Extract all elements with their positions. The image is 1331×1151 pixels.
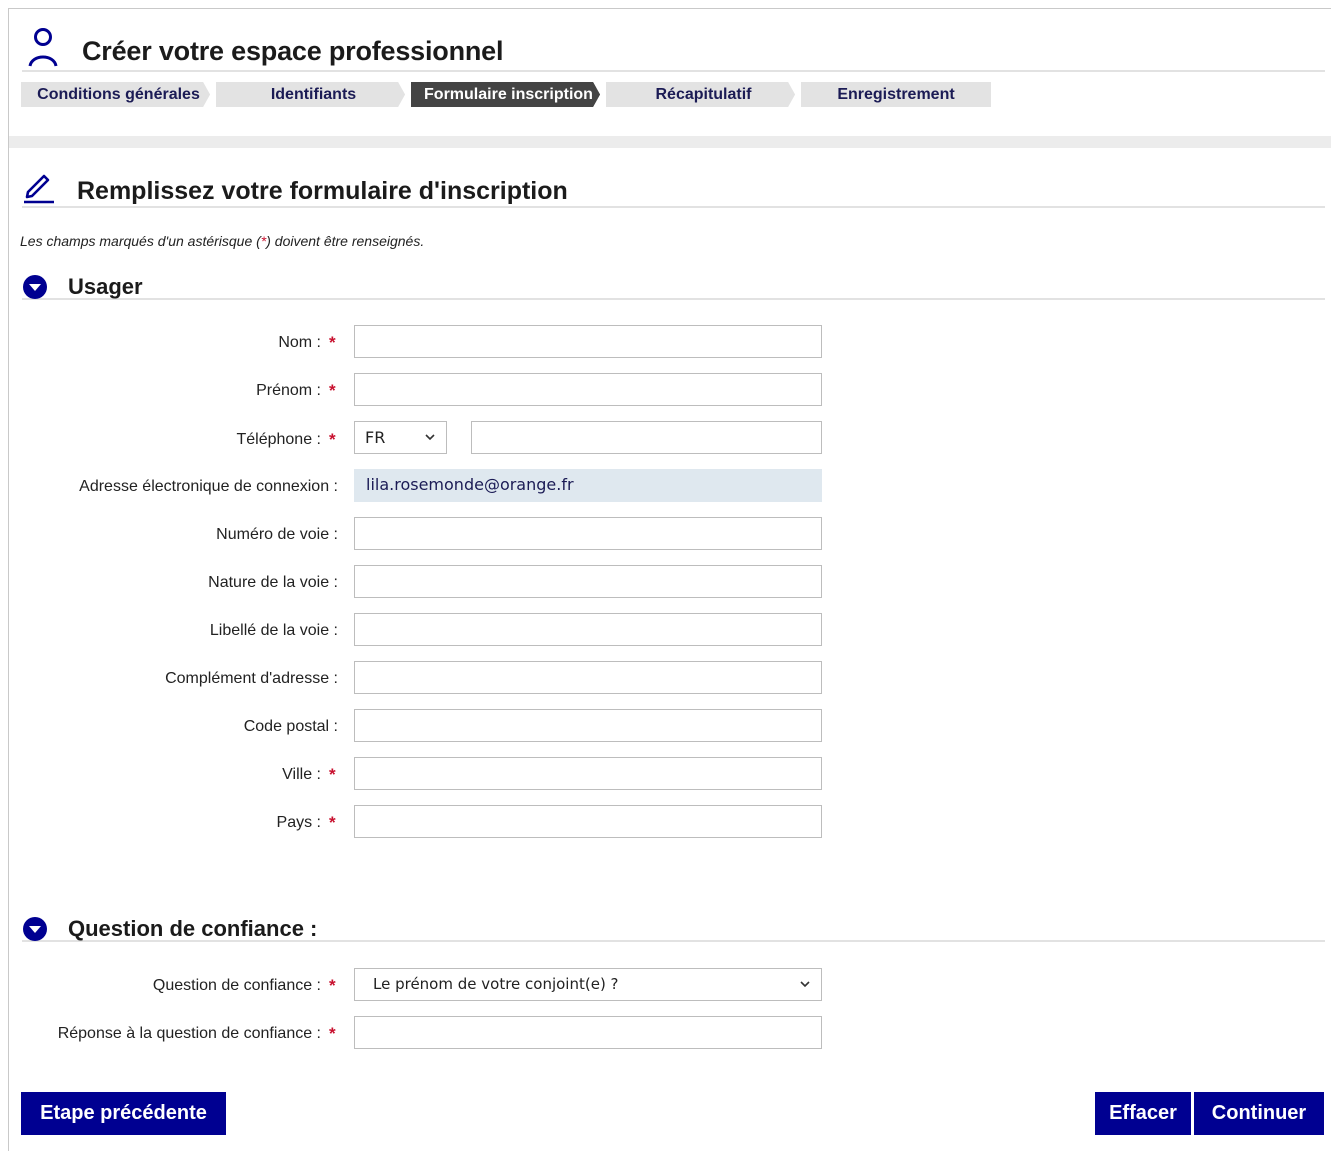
label-prenom: Prénom : bbox=[256, 382, 321, 399]
section-usager-header[interactable]: Usager bbox=[22, 272, 1325, 300]
section-confiance-title: Question de confiance : bbox=[68, 916, 318, 941]
page-header: Créer votre espace professionnel bbox=[22, 24, 1325, 72]
label-pays: Pays : bbox=[276, 814, 321, 831]
ville-input[interactable] bbox=[354, 757, 822, 790]
country-code-select[interactable]: FR bbox=[354, 421, 447, 454]
row-telephone: Téléphone : * FR bbox=[0, 421, 1331, 456]
row-libelle-voie: Libellé de la voie : bbox=[0, 613, 1331, 647]
code-postal-input[interactable] bbox=[354, 709, 822, 742]
step-chevron-icon bbox=[788, 82, 802, 107]
email-readonly-field: lila.rosemonde@orange.fr bbox=[354, 469, 822, 502]
note-text-start: Les champs marqués d'un astérisque ( bbox=[20, 233, 261, 249]
page-title: Créer votre espace professionnel bbox=[82, 36, 504, 66]
form-title-bar: Remplissez votre formulaire d'inscriptio… bbox=[22, 168, 1325, 208]
pays-input[interactable] bbox=[354, 805, 822, 838]
note-text-end: ) doivent être renseignés. bbox=[266, 233, 425, 249]
required-star: * bbox=[329, 765, 336, 784]
row-email: Adresse électronique de connexion : lila… bbox=[0, 469, 1331, 503]
section-confiance-header[interactable]: Question de confiance : bbox=[22, 914, 1325, 942]
question-select[interactable]: Le prénom de votre conjoint(e) ? bbox=[354, 968, 822, 1001]
step-enregistrement: Enregistrement bbox=[801, 82, 991, 107]
previous-step-button[interactable]: Etape précédente bbox=[21, 1092, 226, 1135]
complement-adresse-input[interactable] bbox=[354, 661, 822, 694]
collapse-down-icon[interactable] bbox=[22, 916, 48, 942]
question-select-value: Le prénom de votre conjoint(e) ? bbox=[373, 975, 619, 993]
country-code-value: FR bbox=[365, 428, 386, 447]
row-nature-voie: Nature de la voie : bbox=[0, 565, 1331, 599]
row-nom: Nom : * bbox=[0, 325, 1331, 359]
step-conditions: Conditions générales bbox=[21, 82, 217, 107]
chevron-down-icon bbox=[425, 434, 435, 441]
step-chevron-icon bbox=[398, 82, 412, 107]
collapse-down-icon[interactable] bbox=[22, 274, 48, 300]
label-code-postal: Code postal : bbox=[243, 718, 338, 735]
required-star: * bbox=[329, 813, 336, 832]
step-recapitulatif: Récapitulatif bbox=[606, 82, 802, 107]
label-ville: Ville : bbox=[282, 766, 321, 783]
label-numero-voie: Numéro de voie : bbox=[216, 526, 338, 543]
numero-voie-input[interactable] bbox=[354, 517, 822, 550]
required-star: * bbox=[329, 976, 336, 995]
step-label: Identifiants bbox=[270, 86, 357, 103]
nature-voie-input[interactable] bbox=[354, 565, 822, 598]
step-chevron-icon bbox=[203, 82, 217, 107]
required-star: * bbox=[329, 381, 336, 400]
progress-stepper: Conditions générales Identifiants Formul… bbox=[21, 82, 991, 107]
required-star: * bbox=[329, 1024, 336, 1043]
clear-button[interactable]: Effacer bbox=[1095, 1092, 1191, 1135]
libelle-voie-input[interactable] bbox=[354, 613, 822, 646]
step-formulaire-active: Formulaire inscription bbox=[411, 82, 607, 107]
prenom-input[interactable] bbox=[354, 373, 822, 406]
continue-button[interactable]: Continuer bbox=[1194, 1092, 1324, 1135]
reponse-input[interactable] bbox=[354, 1016, 822, 1049]
label-question: Question de confiance : bbox=[152, 977, 321, 994]
frame-top-border bbox=[8, 8, 1331, 9]
step-label: Conditions générales bbox=[37, 86, 200, 103]
label-nature-voie: Nature de la voie : bbox=[208, 574, 338, 591]
required-star: * bbox=[329, 333, 336, 352]
step-chevron-icon bbox=[593, 82, 607, 107]
pencil-icon bbox=[24, 174, 54, 204]
divider-band bbox=[9, 136, 1331, 148]
step-label: Récapitulatif bbox=[655, 86, 752, 103]
required-fields-note: Les champs marqués d'un astérisque (*) d… bbox=[20, 233, 424, 249]
row-numero-voie: Numéro de voie : bbox=[0, 517, 1331, 551]
section-usager-title: Usager bbox=[68, 274, 143, 299]
label-reponse: Réponse à la question de confiance : bbox=[57, 1025, 321, 1042]
label-telephone: Téléphone : bbox=[236, 431, 321, 448]
step-identifiants: Identifiants bbox=[216, 82, 412, 107]
label-nom: Nom : bbox=[278, 334, 321, 351]
row-reponse: Réponse à la question de confiance : * bbox=[0, 1016, 1331, 1050]
row-question: Question de confiance : * Le prénom de v… bbox=[0, 968, 1331, 1002]
row-code-postal: Code postal : bbox=[0, 709, 1331, 743]
chevron-down-icon bbox=[800, 981, 810, 988]
row-prenom: Prénom : * bbox=[0, 373, 1331, 407]
user-icon bbox=[28, 28, 58, 67]
row-pays: Pays : * bbox=[0, 805, 1331, 839]
nom-input[interactable] bbox=[354, 325, 822, 358]
phone-input[interactable] bbox=[471, 421, 822, 454]
required-star: * bbox=[329, 430, 336, 449]
form-title: Remplissez votre formulaire d'inscriptio… bbox=[77, 177, 568, 205]
label-email: Adresse électronique de connexion : bbox=[79, 478, 338, 495]
label-libelle-voie: Libellé de la voie : bbox=[209, 622, 338, 639]
label-complement: Complément d'adresse : bbox=[165, 670, 338, 687]
step-label: Formulaire inscription bbox=[424, 86, 593, 103]
row-ville: Ville : * bbox=[0, 757, 1331, 791]
step-label: Enregistrement bbox=[837, 86, 955, 103]
row-complement: Complément d'adresse : bbox=[0, 661, 1331, 695]
